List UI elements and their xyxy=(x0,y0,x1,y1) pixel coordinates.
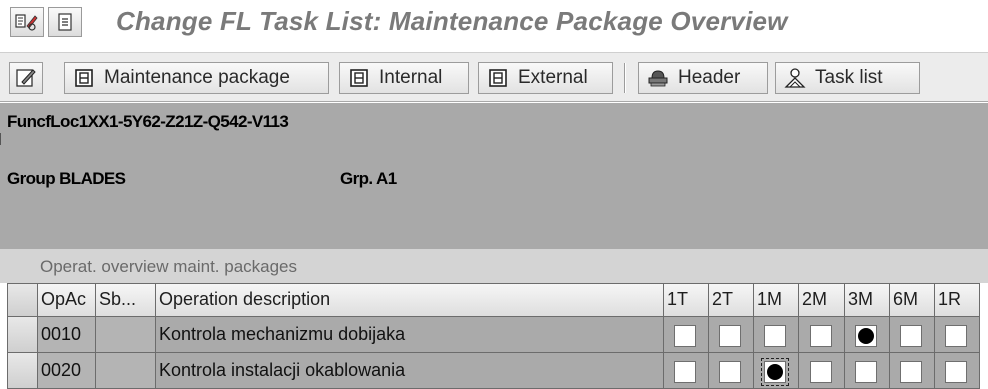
internal-label: Internal xyxy=(379,67,443,88)
opac-cell[interactable]: 0010 xyxy=(38,317,96,353)
column-header-2m[interactable]: 2M xyxy=(799,283,845,317)
package-checkbox-1m[interactable] xyxy=(764,325,786,347)
opac-cell[interactable]: 0020 xyxy=(38,353,96,389)
task-list-label: Task list xyxy=(815,67,883,88)
column-divider xyxy=(708,317,709,389)
column-divider xyxy=(844,317,845,389)
description-cell[interactable]: Kontrola instalacji okablowania xyxy=(156,353,664,389)
group-label: Group BLADES xyxy=(7,169,126,188)
header-panel: FuncfLoc1XX1-5Y62-Z21Z-Q542-V113 Group B… xyxy=(0,103,988,249)
column-header-opac[interactable]: OpAc xyxy=(38,283,96,317)
description-cell[interactable]: Kontrola mechanizmu dobijaka xyxy=(156,317,664,353)
package-icon xyxy=(73,67,95,89)
column-divider xyxy=(934,317,935,389)
functional-location: FuncfLoc1XX1-5Y62-Z21Z-Q542-V113 xyxy=(7,112,289,131)
column-divider xyxy=(889,317,890,389)
toolbar-separator xyxy=(624,63,626,93)
package-checkbox-6m[interactable] xyxy=(900,361,922,383)
application-toolbar: Maintenance package Internal External He… xyxy=(0,52,988,102)
row-selector[interactable] xyxy=(7,353,38,389)
table-title: Operat. overview maint. packages xyxy=(40,257,298,276)
table-section-header: Operat. overview maint. packages xyxy=(0,249,988,283)
column-header-2t[interactable]: 2T xyxy=(709,283,754,317)
edit-icon xyxy=(15,67,37,89)
sb-cell[interactable] xyxy=(96,353,156,389)
select-all-cell[interactable] xyxy=(7,283,38,317)
external-label: External xyxy=(518,67,588,88)
header-icon xyxy=(647,67,669,89)
package-checkbox-1t[interactable] xyxy=(674,325,696,347)
task-list-button[interactable]: Task list xyxy=(775,62,920,94)
column-header-1r[interactable]: 1R xyxy=(935,283,980,317)
column-header-sb[interactable]: Sb... xyxy=(96,283,156,317)
header-button[interactable]: Header xyxy=(638,62,768,94)
package-checkbox-2m[interactable] xyxy=(810,361,832,383)
package-icon xyxy=(348,67,370,89)
row-selector[interactable] xyxy=(7,317,38,353)
package-icon xyxy=(487,67,509,89)
edit-button[interactable] xyxy=(9,62,43,94)
package-checkbox-2m[interactable] xyxy=(810,325,832,347)
column-header-1m[interactable]: 1M xyxy=(754,283,799,317)
package-checkbox-2t[interactable] xyxy=(719,361,741,383)
package-checkbox-3m[interactable] xyxy=(855,361,877,383)
column-header-description[interactable]: Operation description xyxy=(156,283,664,317)
column-header-1t[interactable]: 1T xyxy=(664,283,709,317)
package-checkbox-1t[interactable] xyxy=(674,361,696,383)
header-label: Header xyxy=(678,67,741,88)
column-divider xyxy=(753,317,754,389)
internal-button[interactable]: Internal xyxy=(339,62,469,94)
column-divider xyxy=(798,317,799,389)
package-checkbox-1r[interactable] xyxy=(945,361,967,383)
text-cursor-mark xyxy=(0,133,1,145)
package-checkbox-1m[interactable] xyxy=(761,358,789,386)
title-bar: Change FL Task List: Maintenance Package… xyxy=(0,0,988,50)
group-counter: Grp. A1 xyxy=(340,169,397,188)
package-checkbox-2t[interactable] xyxy=(719,325,741,347)
display-change-icon[interactable] xyxy=(10,7,44,37)
column-header-6m[interactable]: 6M xyxy=(890,283,935,317)
column-header-3m[interactable]: 3M xyxy=(845,283,890,317)
package-checkbox-3m[interactable] xyxy=(855,325,877,347)
maintenance-package-button[interactable]: Maintenance package xyxy=(64,62,329,94)
package-checkbox-1r[interactable] xyxy=(945,325,967,347)
package-checkbox-6m[interactable] xyxy=(900,325,922,347)
page-title: Change FL Task List: Maintenance Package… xyxy=(116,6,788,36)
external-button[interactable]: External xyxy=(478,62,613,94)
maintenance-package-label: Maintenance package xyxy=(104,67,290,88)
notes-icon[interactable] xyxy=(48,7,82,37)
sb-cell[interactable] xyxy=(96,317,156,353)
task-list-icon xyxy=(784,67,806,89)
